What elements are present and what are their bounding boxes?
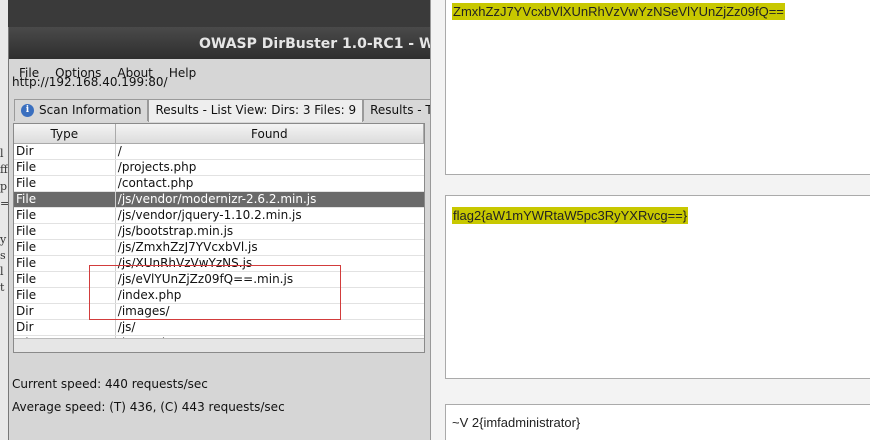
tab-label: Results - T bbox=[370, 103, 433, 117]
background-text-fragment: l bbox=[0, 147, 4, 160]
cell-type: File bbox=[14, 240, 116, 255]
column-header-type[interactable]: Type bbox=[14, 124, 116, 143]
decoded-output-box-1: ZmxhZzJ7YVcxbVlXUnRhVzVwYzNSeVlYUnZjZz09… bbox=[445, 0, 870, 175]
cell-type: File bbox=[14, 224, 116, 239]
window-title[interactable]: OWASP DirBuster 1.0-RC1 - Web A bbox=[9, 27, 433, 59]
background-text-fragment: p bbox=[0, 180, 8, 193]
table-row[interactable]: File/contact.php bbox=[14, 176, 424, 192]
background-text-fragment: s bbox=[0, 249, 6, 262]
cell-found: /js/vendor/jquery-1.10.2.min.js bbox=[117, 208, 302, 222]
annotation-highlight-box bbox=[89, 265, 341, 320]
base64-string[interactable]: ZmxhZzJ7YVcxbVlXUnRhVzVwYzNSeVlYUnZjZz09… bbox=[452, 3, 785, 20]
tab-scan-information[interactable]: i Scan Information bbox=[14, 99, 149, 121]
results-tabs: i Scan Information Results - List View: … bbox=[14, 99, 440, 122]
table-body: Dir / File/projects.php File/contact.php Fil… bbox=[14, 144, 424, 352]
cell-type: File bbox=[14, 176, 116, 191]
info-icon: i bbox=[21, 104, 34, 117]
tab-label: Results - List View: Dirs: 3 Files: 9 bbox=[155, 103, 357, 117]
decoded-output-box-3: ~V 2{imfadministrator} bbox=[445, 404, 870, 440]
background-text-fragment: ff bbox=[0, 163, 8, 176]
cell-type: File bbox=[14, 160, 116, 175]
cell-found: /js/bootstrap.min.js bbox=[117, 224, 234, 238]
decoded-string[interactable]: ~V 2{imfadministrator} bbox=[452, 415, 580, 430]
background-text-fragment: t bbox=[0, 281, 5, 294]
table-row[interactable]: File/js/vendor/jquery-1.10.2.min.js bbox=[14, 208, 424, 224]
background-text-fragment: y bbox=[0, 233, 7, 246]
average-speed: Average speed: (T) 436, (C) 443 requests… bbox=[12, 400, 285, 414]
background-text-fragment: l bbox=[0, 265, 4, 278]
cell-type: File bbox=[14, 192, 116, 207]
browser-panel: ZmxhZzJ7YVcxbVlXUnRhVzVwYzNSeVlYUnZjZz09… bbox=[430, 0, 870, 440]
cell-found: /js/ZmxhZzJ7YVcxbVl.js bbox=[117, 240, 258, 254]
flag-string[interactable]: flag2{aW1mYWRtaW5pc3RyYXRvcg==} bbox=[452, 207, 689, 224]
tab-results-list-view[interactable]: Results - List View: Dirs: 3 Files: 9 bbox=[148, 99, 364, 122]
current-speed: Current speed: 440 requests/sec bbox=[12, 377, 208, 391]
cell-found: / bbox=[117, 144, 122, 158]
tab-label: Scan Information bbox=[39, 103, 142, 117]
desktop-background bbox=[0, 0, 430, 30]
table-row[interactable]: Dir / bbox=[14, 144, 424, 160]
table-row[interactable]: File/js/bootstrap.min.js bbox=[14, 224, 424, 240]
cell-found: /js/ bbox=[117, 320, 136, 334]
cell-found: /projects.php bbox=[117, 160, 197, 174]
column-header-found[interactable]: Found bbox=[116, 124, 424, 143]
target-url: http://192.168.40.199:80/ bbox=[12, 75, 168, 89]
table-row[interactable]: File/js/vendor/modernizr-2.6.2.min.js bbox=[14, 192, 424, 208]
cell-type: Dir bbox=[14, 320, 116, 335]
cell-type: File bbox=[14, 208, 116, 223]
cell-found: /js/vendor/modernizr-2.6.2.min.js bbox=[117, 192, 317, 206]
tab-results-tree-view[interactable]: Results - T bbox=[363, 99, 440, 121]
cell-type: Dir bbox=[14, 144, 116, 159]
table-header: Type Found bbox=[14, 124, 424, 144]
decoded-output-box-2: flag2{aW1mYWRtaW5pc3RyYXRvcg==} bbox=[445, 195, 870, 379]
table-row[interactable]: Dir/js/ bbox=[14, 320, 424, 336]
table-row[interactable]: File/projects.php bbox=[14, 160, 424, 176]
table-row[interactable]: File/js/ZmxhZzJ7YVcxbVl.js bbox=[14, 240, 424, 256]
cell-found: /contact.php bbox=[117, 176, 194, 190]
background-window-edge: l ff p = y s l t bbox=[0, 0, 9, 440]
horizontal-scrollbar[interactable] bbox=[14, 338, 424, 352]
